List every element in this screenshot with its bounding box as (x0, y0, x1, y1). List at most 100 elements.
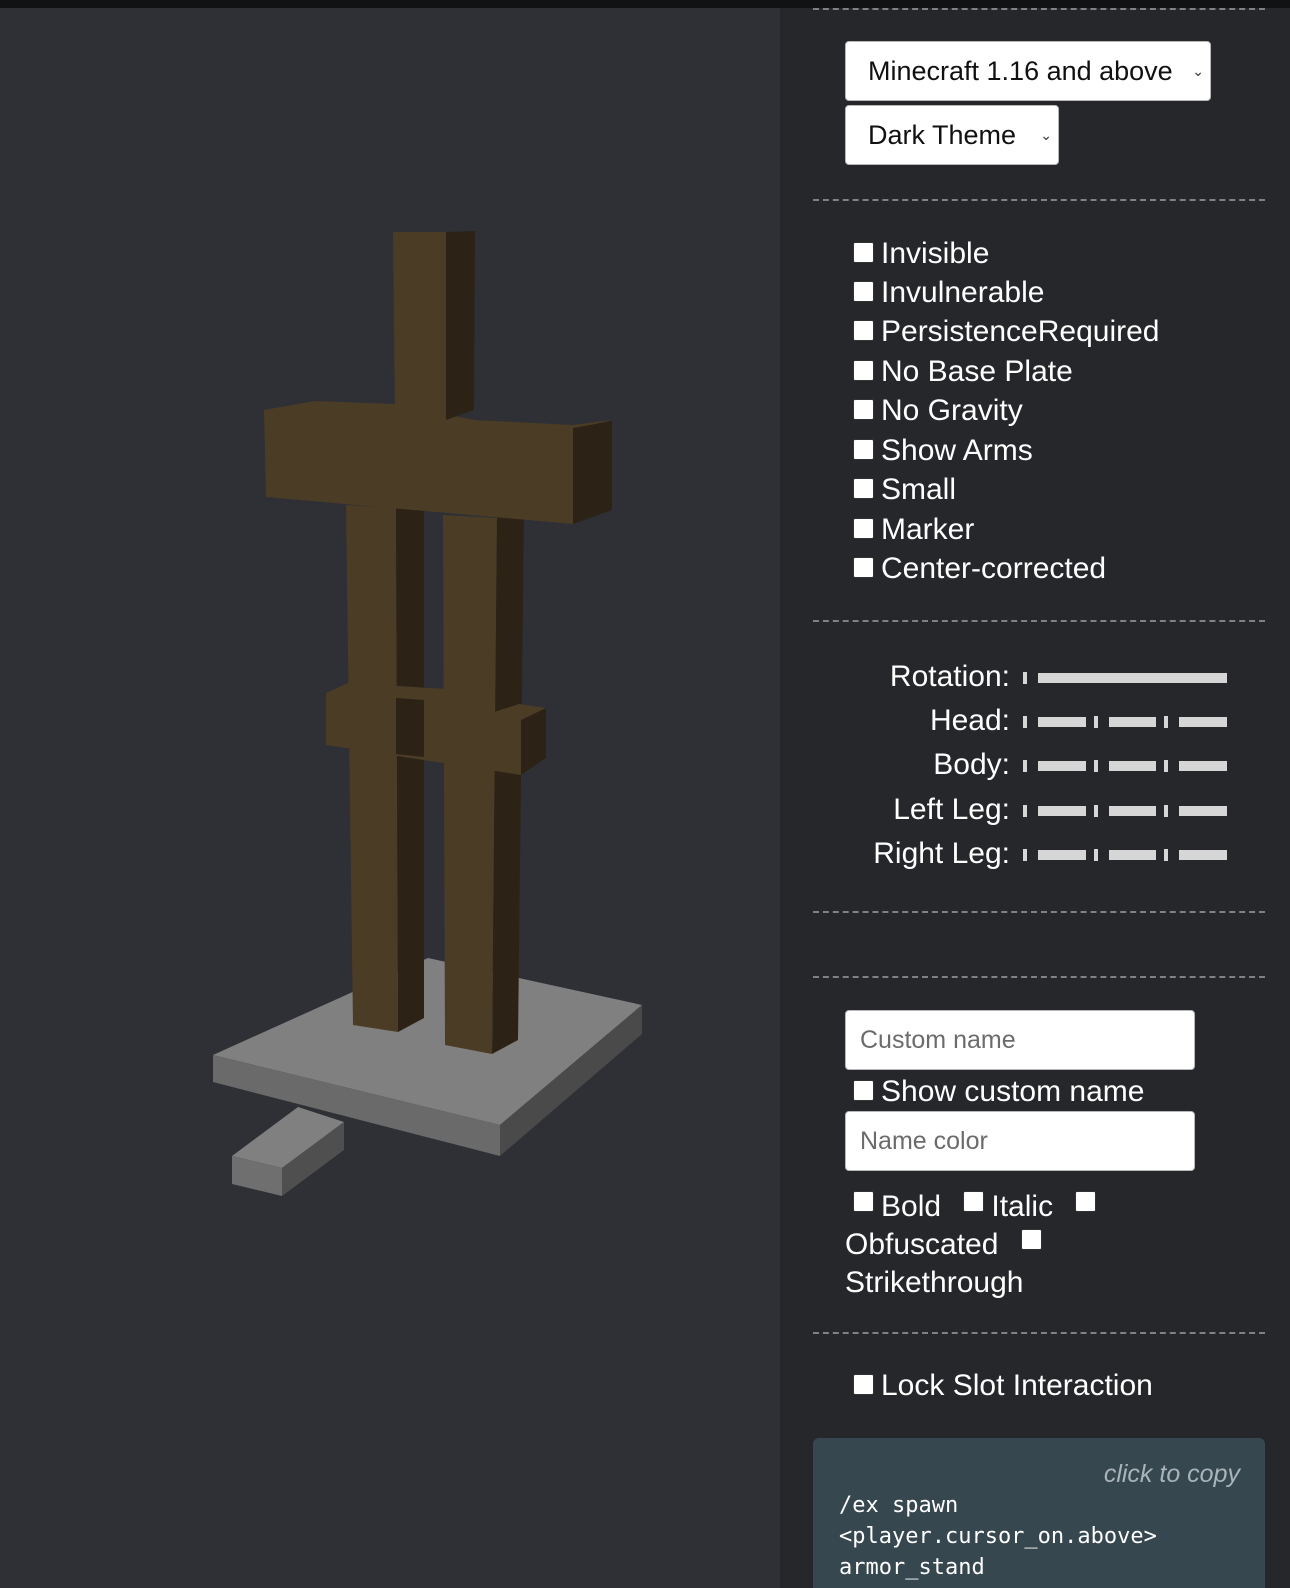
slider-handle[interactable] (1023, 672, 1027, 684)
flag-show-arms[interactable]: Show Arms (853, 433, 1033, 469)
flag-invisible[interactable]: Invisible (853, 236, 989, 272)
flag-center-corrected[interactable]: Center-corrected (853, 551, 1106, 587)
slider-handle[interactable] (1164, 716, 1168, 728)
lock-slot-interaction-label: Lock Slot Interaction (881, 1369, 1153, 1402)
slider-handle[interactable] (1164, 849, 1168, 861)
flag-label: Invisible (881, 237, 990, 270)
body-y-slider[interactable] (1109, 761, 1156, 771)
head-y-slider[interactable] (1109, 717, 1156, 727)
right-leg-x-slider[interactable] (1038, 850, 1086, 860)
rotation-slider[interactable] (1023, 659, 1227, 695)
flag-no-base-plate[interactable]: No Base Plate (853, 354, 1073, 390)
body-x-slider[interactable] (1038, 761, 1086, 771)
flag-label: Center-corrected (881, 552, 1107, 585)
slider-track[interactable] (1038, 673, 1227, 683)
italic-label: Italic (991, 1190, 1054, 1223)
strikethrough-checkbox[interactable] (1020, 1229, 1042, 1250)
section-divider (813, 620, 1265, 622)
bold-label: Bold (881, 1190, 942, 1223)
right-leg-y-slider[interactable] (1109, 850, 1156, 860)
body-rotation-sliders[interactable] (1023, 747, 1227, 783)
bold-checkbox[interactable] (853, 1191, 874, 1212)
armor-stand-model (213, 231, 642, 1196)
strikethrough-label: Strikethrough (845, 1266, 1024, 1299)
flag-no-gravity[interactable]: No Gravity (853, 393, 1023, 429)
copy-hint[interactable]: click to copy (1104, 1460, 1240, 1489)
version-select-value: Minecraft 1.16 and above (868, 56, 1173, 86)
no-gravity-checkbox[interactable] (853, 399, 874, 420)
flag-label: PersistenceRequired (881, 315, 1160, 348)
show-custom-name-checkbox[interactable] (853, 1080, 874, 1101)
center-corrected-checkbox[interactable] (853, 557, 874, 578)
theme-select-value: Dark Theme (868, 120, 1017, 150)
head-stick (393, 231, 475, 420)
no-base-plate-checkbox[interactable] (853, 360, 874, 381)
marker-checkbox[interactable] (853, 518, 874, 539)
text-format-options: Bold Italic Obfuscated Strikethrough (845, 1188, 1135, 1302)
left-leg-rotation-sliders[interactable] (1023, 792, 1227, 828)
invisible-checkbox[interactable] (853, 242, 874, 263)
settings-panel: Minecraft 1.16 and above ⌄ Dark Theme ⌄ … (780, 8, 1290, 1588)
flag-persistence-required[interactable]: PersistenceRequired (853, 314, 1159, 350)
flag-label: Invulnerable (881, 276, 1045, 309)
obfuscated-checkbox[interactable] (1075, 1191, 1097, 1212)
right-leg-rotation-sliders[interactable] (1023, 836, 1227, 872)
flag-label: No Gravity (881, 394, 1023, 427)
slider-handle[interactable] (1094, 716, 1098, 728)
lock-slot-interaction-checkbox[interactable] (853, 1374, 874, 1395)
custom-name-input[interactable] (845, 1010, 1195, 1070)
persistence-required-checkbox[interactable] (853, 320, 874, 341)
version-select[interactable]: Minecraft 1.16 and above ⌄ (845, 41, 1211, 101)
slider-handle[interactable] (1164, 760, 1168, 772)
slider-handle[interactable] (1023, 716, 1027, 728)
head-x-slider[interactable] (1038, 717, 1086, 727)
section-divider (813, 1332, 1265, 1334)
right-leg-label: Right Leg: (873, 837, 1010, 870)
obfuscated-label: Obfuscated (845, 1228, 999, 1261)
section-divider (813, 976, 1265, 978)
command-text[interactable]: /ex spawn <player.cursor_on.above> armor… (839, 1490, 1259, 1583)
section-divider (813, 199, 1265, 201)
theme-select[interactable]: Dark Theme ⌄ (845, 105, 1059, 165)
chevron-down-icon: ⌄ (1192, 63, 1204, 79)
slider-handle[interactable] (1023, 760, 1027, 772)
flag-invulnerable[interactable]: Invulnerable (853, 275, 1044, 311)
invulnerable-checkbox[interactable] (853, 281, 874, 302)
show-arms-checkbox[interactable] (853, 439, 874, 460)
flag-label: No Base Plate (881, 355, 1073, 388)
section-divider (813, 911, 1265, 913)
lock-slot-interaction-option[interactable]: Lock Slot Interaction (853, 1368, 1153, 1404)
right-leg-z-slider[interactable] (1179, 850, 1227, 860)
3d-viewport[interactable] (0, 8, 780, 1588)
loose-block (232, 1107, 344, 1196)
left-leg-x-slider[interactable] (1038, 806, 1086, 816)
section-divider (813, 8, 1265, 10)
slider-handle[interactable] (1094, 849, 1098, 861)
flag-label: Marker (881, 513, 975, 546)
right-leg (443, 512, 524, 1054)
slider-handle[interactable] (1023, 849, 1027, 861)
flag-marker[interactable]: Marker (853, 512, 974, 548)
rotation-label: Rotation: (889, 660, 1010, 693)
command-output[interactable]: click to copy /ex spawn <player.cursor_o… (813, 1438, 1265, 1588)
left-leg-y-slider[interactable] (1109, 806, 1156, 816)
slider-handle[interactable] (1164, 805, 1168, 817)
slider-handle[interactable] (1023, 805, 1027, 817)
small-checkbox[interactable] (853, 478, 874, 499)
flag-label: Small (881, 473, 957, 506)
italic-checkbox[interactable] (963, 1191, 985, 1212)
flag-small[interactable]: Small (853, 472, 956, 508)
show-custom-name-option[interactable]: Show custom name (853, 1074, 1144, 1110)
slider-handle[interactable] (1094, 805, 1098, 817)
body-label: Body: (933, 748, 1010, 781)
flag-label: Show Arms (881, 434, 1033, 467)
show-custom-name-label: Show custom name (881, 1075, 1145, 1108)
head-z-slider[interactable] (1179, 717, 1227, 727)
body-z-slider[interactable] (1179, 761, 1227, 771)
chevron-down-icon: ⌄ (1040, 127, 1052, 143)
head-rotation-sliders[interactable] (1023, 703, 1227, 739)
slider-handle[interactable] (1094, 760, 1098, 772)
left-leg-label: Left Leg: (893, 793, 1010, 826)
left-leg-z-slider[interactable] (1179, 806, 1227, 816)
name-color-input[interactable] (845, 1111, 1195, 1171)
